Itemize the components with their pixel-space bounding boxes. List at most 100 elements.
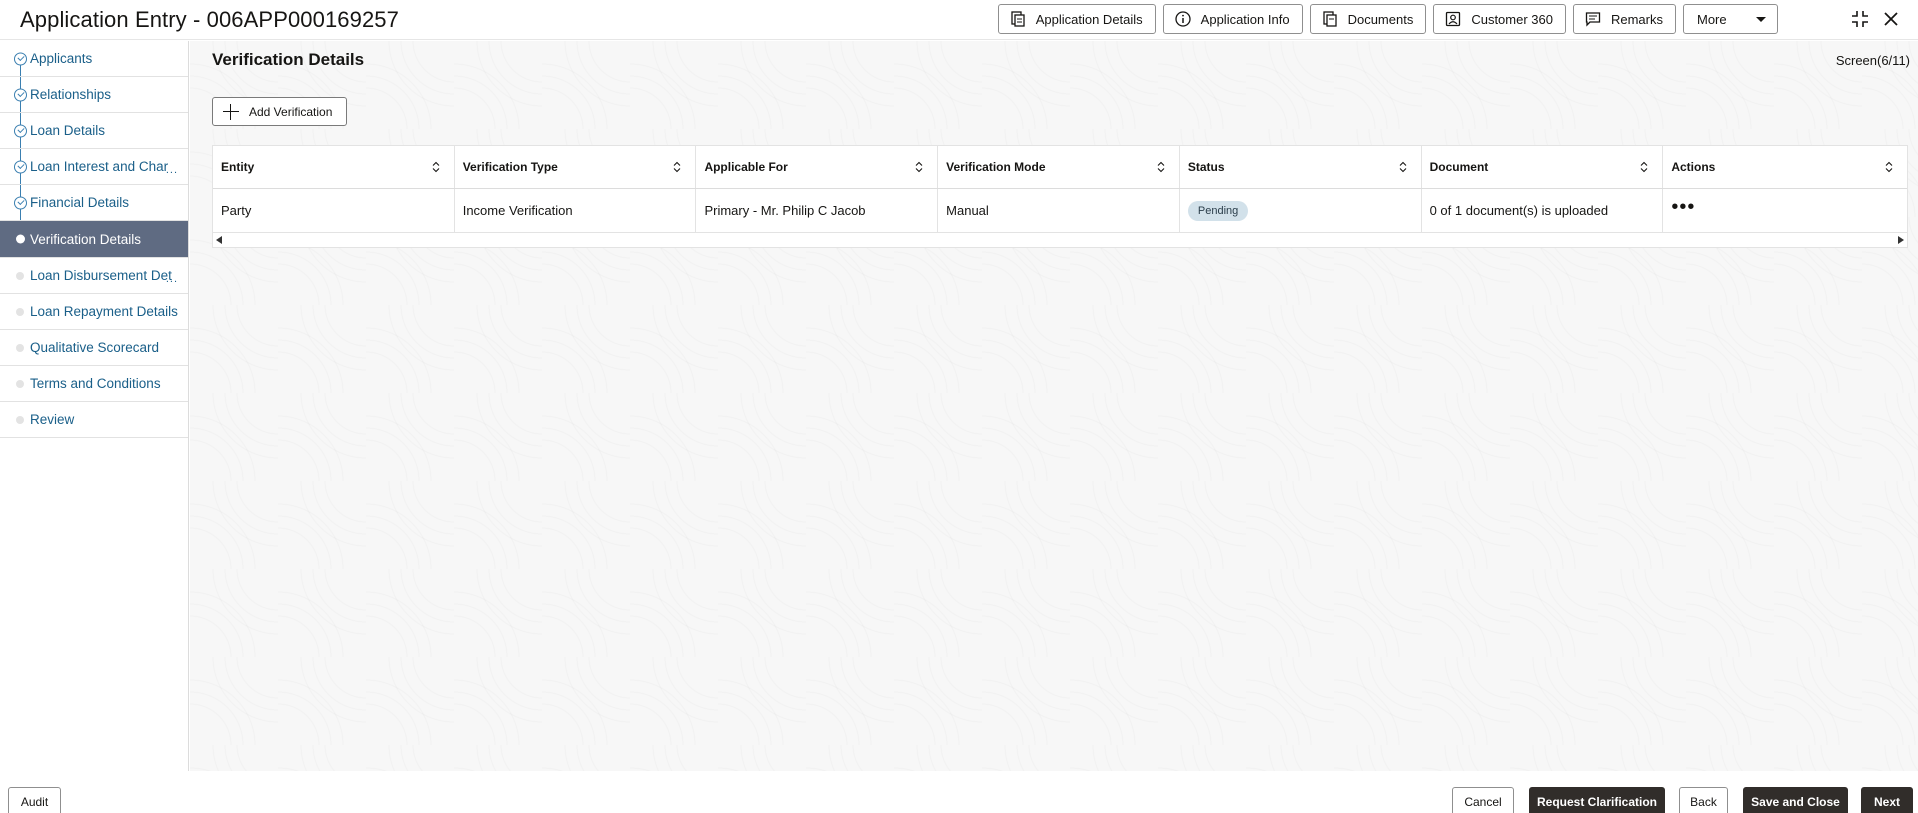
customer-360-label: Customer 360 [1471,11,1553,27]
info-icon [1174,10,1192,28]
remarks-button[interactable]: Remarks [1572,4,1676,34]
truncation-ellipsis: ... [165,164,178,176]
sidebar-item-verification-details[interactable]: Verification Details [0,221,188,258]
sidebar-item-label: Terms and Conditions [30,376,161,391]
documents-label: Documents [1347,11,1414,27]
save-and-close-button[interactable]: Save and Close [1743,787,1848,813]
sort-icon [1640,161,1648,173]
column-header-document[interactable]: Document [1422,146,1664,188]
table-header-row: Entity Verification Type Applicable For … [213,146,1907,189]
request-clarification-button[interactable]: Request Clarification [1529,787,1665,813]
cell-verification-type: Income Verification [455,189,697,232]
next-button[interactable]: Next [1861,787,1913,813]
sidebar-item-loan-disbursement[interactable]: Loan Disbursement Det ... [0,258,188,294]
cell-actions: ••• [1663,189,1907,232]
cell-entity: Party [213,189,455,232]
column-header-applicable-for[interactable]: Applicable For [696,146,939,188]
sidebar-item-loan-details[interactable]: Loan Details [0,113,188,149]
column-header-label: Actions [1671,160,1716,174]
scroll-left-icon[interactable] [216,236,222,244]
pending-step-icon [16,271,24,280]
sort-icon [432,161,440,173]
back-button[interactable]: Back [1679,787,1728,813]
sort-icon [674,161,681,173]
user-card-icon [1444,10,1462,28]
column-header-label: Entity [221,160,255,174]
table-row[interactable]: Party Income Verification Primary - Mr. … [213,189,1907,233]
documents-button[interactable]: Documents [1309,4,1427,34]
column-header-label: Status [1187,160,1225,174]
more-menu-button[interactable]: More [1683,4,1778,34]
column-header-verification-type[interactable]: Verification Type [455,146,697,188]
sidebar-item-label: Loan Repayment Details [30,304,178,319]
sidebar-item-relationships[interactable]: Relationships [0,77,188,113]
column-header-actions[interactable]: Actions [1663,146,1907,188]
remarks-label: Remarks [1610,11,1663,27]
sidebar-item-label: Loan Interest and Char [30,159,169,174]
sort-icon [1157,161,1165,173]
pending-step-icon [16,415,24,424]
application-info-label: Application Info [1200,11,1290,27]
column-header-label: Verification Type [462,160,558,174]
sidebar-item-financial-details[interactable]: Financial Details [0,185,188,221]
pending-step-icon [16,307,24,316]
page-title: Application Entry - 006APP000169257 [20,7,399,32]
more-actions-icon[interactable]: ••• [1671,197,1695,220]
horizontal-scrollbar[interactable] [213,233,1907,247]
header-toolbar: Application Details Application Info Doc… [997,4,1778,34]
sidebar-item-review[interactable]: Review [0,402,188,438]
document-icon [1009,10,1027,28]
sort-icon [1399,161,1406,173]
column-header-verification-mode[interactable]: Verification Mode [938,146,1180,188]
screen-counter: Screen(6/11) [1835,53,1910,68]
sidebar-item-label: Verification Details [30,231,142,247]
close-icon[interactable] [1880,8,1902,30]
sidebar-item-applicants[interactable]: Applicants [0,41,188,77]
cell-verification-mode: Manual [938,189,1180,232]
column-header-status[interactable]: Status [1180,146,1422,188]
sidebar-item-qualitative-scorecard[interactable]: Qualitative Scorecard [0,330,188,366]
current-step-icon [16,234,25,244]
check-circle-icon [14,52,27,65]
check-circle-icon [14,88,27,101]
plus-icon [223,103,239,120]
column-header-label: Verification Mode [946,160,1046,174]
application-details-label: Application Details [1035,11,1143,27]
check-circle-icon [14,160,27,173]
sidebar-item-label: Qualitative Scorecard [30,340,160,355]
pending-step-icon [16,379,24,388]
sidebar-item-terms-and-conditions[interactable]: Terms and Conditions [0,366,188,402]
sidebar-item-label: Financial Details [30,195,130,210]
column-header-label: Applicable For [704,160,788,174]
check-circle-icon [14,124,27,137]
caret-down-icon [1755,12,1767,27]
truncation-ellipsis: ... [165,273,178,285]
column-header-entity[interactable]: Entity [213,146,455,188]
app-header: Application Entry - 006APP000169257 Appl… [0,0,1918,40]
column-header-label: Document [1429,160,1489,174]
application-details-button[interactable]: Application Details [997,4,1156,34]
sort-icon [1885,161,1893,173]
sidebar-item-loan-interest[interactable]: Loan Interest and Char ... [0,149,188,185]
sidebar-item-loan-repayment[interactable]: Loan Repayment Details [0,294,188,330]
customer-360-button[interactable]: Customer 360 [1433,4,1566,34]
cancel-button[interactable]: Cancel [1452,787,1514,813]
cell-status: Pending [1180,189,1422,232]
train-stop-sidebar: Applicants Relationships Loan Details Lo… [0,41,189,813]
check-circle-icon [14,196,27,209]
documents-icon [1321,10,1339,28]
sidebar-item-label: Loan Details [30,123,106,138]
cell-applicable-for: Primary - Mr. Philip C Jacob [696,189,939,232]
add-verification-button[interactable]: Add Verification [212,97,347,126]
cell-document: 0 of 1 document(s) is uploaded [1422,189,1664,232]
audit-button[interactable]: Audit [8,787,61,813]
comment-icon [1584,10,1602,28]
sort-icon [915,161,923,173]
sidebar-item-label: Review [30,412,75,427]
pending-step-icon [16,343,24,352]
footer-bar: Audit Cancel Request Clarification Back … [0,771,1918,813]
scroll-right-icon[interactable] [1898,236,1904,244]
section-title: Verification Details [212,50,365,69]
application-info-button[interactable]: Application Info [1162,4,1303,34]
collapse-icon[interactable] [1849,8,1871,30]
